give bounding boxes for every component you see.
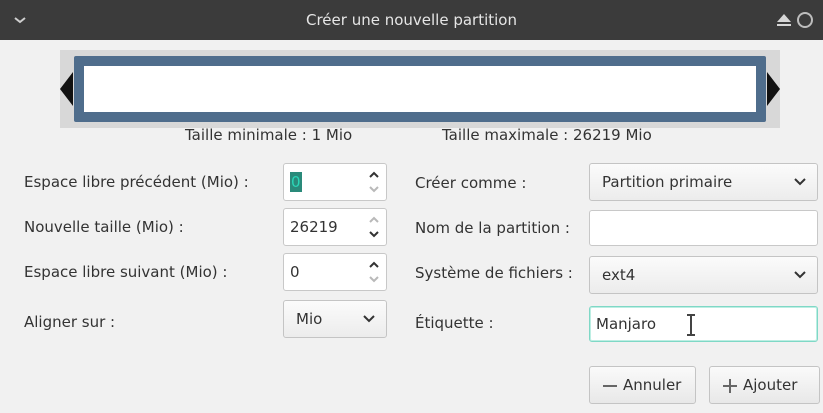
align-select-value: Mio [296,310,323,328]
filesystem-select[interactable]: ext4 [589,256,818,294]
increment-icon[interactable] [368,169,380,181]
partition-name-label: Nom de la partition : [415,219,570,237]
label-input[interactable]: Manjaro [589,306,818,342]
add-button-label: Ajouter [743,376,798,394]
align-label: Aligner sur : [24,313,116,331]
new-size-spinbox[interactable]: 26219 [283,208,387,246]
chevron-down-icon [794,271,806,279]
decrement-icon[interactable] [368,228,380,240]
free-before-label: Espace libre précédent (Mio) : [24,173,249,191]
filesystem-value: ext4 [602,266,636,284]
free-before-value[interactable]: 0 [290,172,302,192]
eject-icon[interactable] [775,12,793,28]
partition-resizer[interactable] [60,50,780,128]
free-after-spinbox[interactable]: 0 [283,253,387,291]
decrement-icon[interactable] [368,183,380,195]
free-before-spinbox[interactable]: 0 [283,163,387,201]
new-size-label: Nouvelle taille (Mio) : [24,218,184,236]
chevron-down-icon [363,315,375,323]
right-resize-handle-icon[interactable] [766,72,780,106]
text-cursor-icon [687,314,695,336]
close-icon[interactable] [797,12,813,28]
partition-name-input[interactable] [589,210,818,246]
add-button[interactable]: Ajouter [709,366,820,404]
window-title: Créer une nouvelle partition [305,11,517,29]
free-after-label: Espace libre suivant (Mio) : [24,263,228,281]
increment-icon[interactable] [368,214,380,226]
free-after-value[interactable]: 0 [290,254,300,290]
label-input-value: Manjaro [596,315,657,333]
chevron-down-icon [794,178,806,186]
left-resize-handle-icon[interactable] [60,72,74,106]
cancel-button-label: Annuler [623,376,682,394]
title-bar: Créer une nouvelle partition [0,0,823,40]
create-as-value: Partition primaire [602,173,733,191]
min-size-label: Taille minimale : 1 Mio [185,126,353,144]
max-size-label: Taille maximale : 26219 Mio [442,126,652,144]
create-as-select[interactable]: Partition primaire [589,163,818,201]
label-field-label: Étiquette : [415,314,494,332]
filesystem-label: Système de fichiers : [415,264,573,282]
align-select[interactable]: Mio [283,300,387,338]
cancel-button[interactable]: Annuler [589,366,696,404]
increment-icon[interactable] [368,259,380,271]
decrement-icon[interactable] [368,273,380,285]
minus-icon [603,385,617,387]
new-size-value[interactable]: 26219 [290,209,338,245]
create-as-label: Créer comme : [415,174,527,192]
partition-bar[interactable] [74,56,766,122]
plus-icon [723,379,737,393]
partition-bar-fill [84,66,756,112]
